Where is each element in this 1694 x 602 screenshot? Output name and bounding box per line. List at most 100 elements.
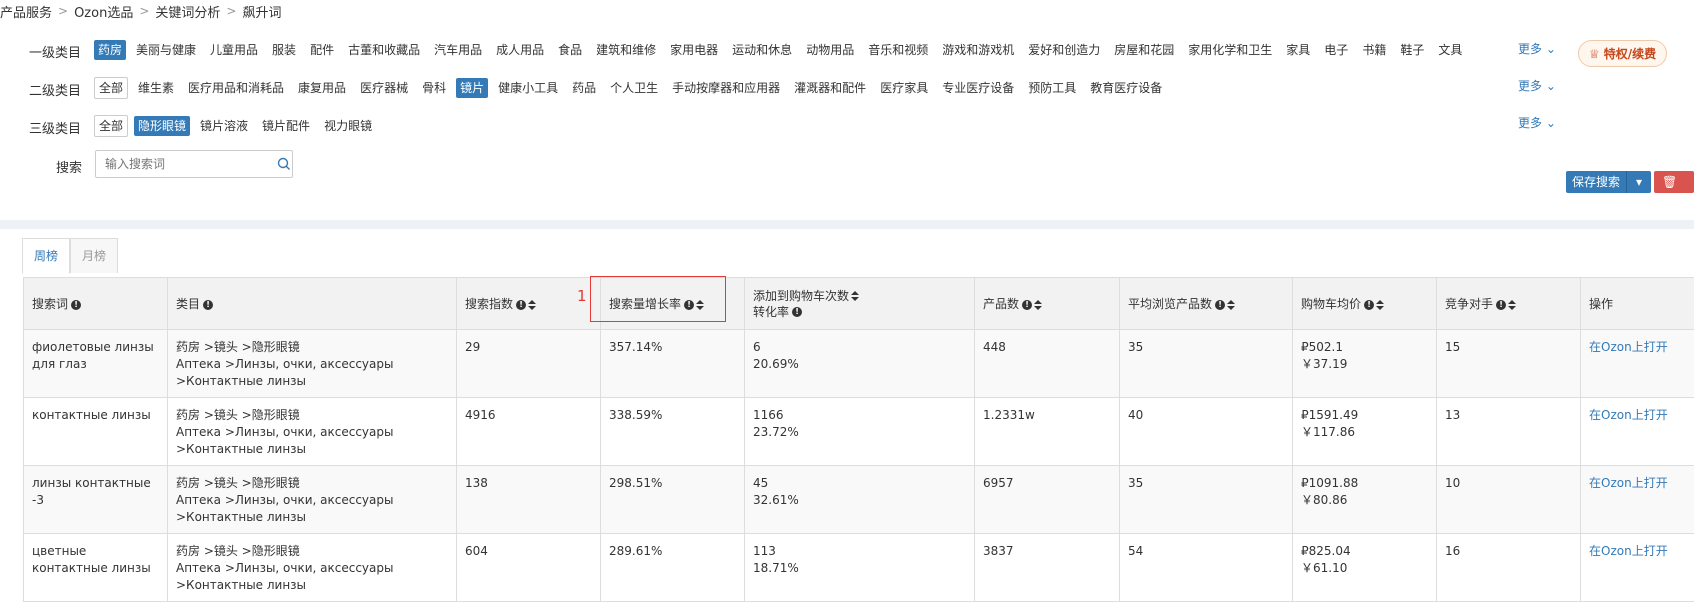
level2-category-item[interactable]: 手动按摩器和应用器 bbox=[668, 78, 784, 98]
cell-avg-view: 54 bbox=[1120, 534, 1293, 602]
col-products[interactable]: 产品数! bbox=[975, 278, 1120, 330]
level2-category-item[interactable]: 康复用品 bbox=[294, 78, 350, 98]
save-search-button[interactable]: 保存搜索 ▾ bbox=[1566, 171, 1651, 193]
level2-category-item[interactable]: 灌溉器和配件 bbox=[790, 78, 870, 98]
tab-weekly[interactable]: 周榜 bbox=[22, 238, 70, 274]
breadcrumb-item[interactable]: Ozon选品 bbox=[74, 2, 133, 21]
level2-category-item[interactable]: 健康小工具 bbox=[494, 78, 562, 98]
level1-category-item[interactable]: 文具 bbox=[1434, 40, 1466, 60]
level3-category-item[interactable]: 视力眼镜 bbox=[320, 116, 376, 136]
tab-monthly[interactable]: 月榜 bbox=[70, 238, 118, 273]
level1-category-item[interactable]: 食品 bbox=[554, 40, 586, 60]
cell-competitors: 15 bbox=[1437, 330, 1581, 398]
cell-growth-rate: 289.61% bbox=[601, 534, 745, 602]
level1-category-item[interactable]: 美丽与健康 bbox=[132, 40, 200, 60]
level1-category-item[interactable]: 电子 bbox=[1320, 40, 1352, 60]
level1-category-item[interactable]: 书籍 bbox=[1358, 40, 1390, 60]
breadcrumb-item[interactable]: 关键词分析 bbox=[155, 2, 220, 21]
cell-products: 1.2331w bbox=[975, 398, 1120, 466]
level2-category-item[interactable]: 预防工具 bbox=[1024, 78, 1080, 98]
level1-category-item[interactable]: 运动和休息 bbox=[728, 40, 796, 60]
level1-category-item[interactable]: 爱好和创造力 bbox=[1024, 40, 1104, 60]
cell-search-index: 604 bbox=[457, 534, 601, 602]
level1-category-item[interactable]: 配件 bbox=[306, 40, 338, 60]
level2-category-item[interactable]: 镜片 bbox=[456, 78, 488, 98]
level1-category-item[interactable]: 服装 bbox=[268, 40, 300, 60]
level1-category-item[interactable]: 建筑和维修 bbox=[592, 40, 660, 60]
level2-category-item[interactable]: 全部 bbox=[94, 77, 128, 99]
info-icon[interactable]: ! bbox=[1364, 300, 1374, 310]
breadcrumb-item[interactable]: 产品服务 bbox=[0, 2, 52, 21]
col-cart-price[interactable]: 购物车均价! bbox=[1293, 278, 1437, 330]
level1-categories: 药房美丽与健康儿童用品服装配件古董和收藏品汽车用品成人用品食品建筑和维修家用电器… bbox=[94, 40, 1466, 60]
level1-category-item[interactable]: 家具 bbox=[1282, 40, 1314, 60]
level2-more-link[interactable]: 更多 ⌄ bbox=[1518, 77, 1556, 94]
level1-category-item[interactable]: 动物用品 bbox=[802, 40, 858, 60]
save-search-label: 保存搜索 bbox=[1566, 171, 1627, 193]
level3-category-item[interactable]: 全部 bbox=[94, 115, 128, 137]
open-on-ozon-link[interactable]: 在Ozon上打开 bbox=[1589, 476, 1668, 490]
cell-action: 在Ozon上打开 bbox=[1581, 466, 1694, 534]
level3-category-item[interactable]: 镜片溶液 bbox=[196, 116, 252, 136]
search-icon[interactable] bbox=[277, 157, 291, 171]
level1-category-item[interactable]: 家用电器 bbox=[666, 40, 722, 60]
sort-icon[interactable] bbox=[1227, 300, 1235, 310]
level2-category-item[interactable]: 教育医疗设备 bbox=[1086, 78, 1166, 98]
col-avg-view[interactable]: 平均浏览产品数! bbox=[1120, 278, 1293, 330]
level1-more-link[interactable]: 更多 ⌄ bbox=[1518, 40, 1556, 57]
cell-category: 药房 >镜头 >隐形眼镜Аптека >Линзы, очки, аксессу… bbox=[168, 466, 457, 534]
cell-cart-price: ₽825.04￥61.10 bbox=[1293, 534, 1437, 602]
col-cart-adds[interactable]: 添加到购物车次数转化率! bbox=[745, 278, 975, 330]
info-icon[interactable]: ! bbox=[1022, 300, 1032, 310]
level1-category-item[interactable]: 汽车用品 bbox=[430, 40, 486, 60]
search-label: 搜索 bbox=[56, 157, 82, 176]
level2-category-item[interactable]: 专业医疗设备 bbox=[938, 78, 1018, 98]
caret-down-icon[interactable]: ▾ bbox=[1627, 175, 1651, 189]
level1-category-item[interactable]: 鞋子 bbox=[1396, 40, 1428, 60]
vip-renew-button[interactable]: ♕ 特权/续费 bbox=[1578, 40, 1667, 67]
level1-category-item[interactable]: 药房 bbox=[94, 40, 126, 60]
search-input[interactable] bbox=[96, 156, 277, 172]
level2-category-item[interactable]: 医疗器械 bbox=[356, 78, 412, 98]
open-on-ozon-link[interactable]: 在Ozon上打开 bbox=[1589, 544, 1668, 558]
level1-category-item[interactable]: 音乐和视频 bbox=[864, 40, 932, 60]
level3-category-item[interactable]: 镜片配件 bbox=[258, 116, 314, 136]
level2-category-item[interactable]: 维生素 bbox=[134, 78, 178, 98]
chevron-down-icon: ⌄ bbox=[1546, 79, 1556, 93]
sort-icon[interactable] bbox=[1034, 300, 1042, 310]
info-icon[interactable]: ! bbox=[1215, 300, 1225, 310]
open-on-ozon-link[interactable]: 在Ozon上打开 bbox=[1589, 408, 1668, 422]
sort-icon[interactable] bbox=[851, 291, 859, 301]
level2-category-item[interactable]: 药品 bbox=[568, 78, 600, 98]
level2-category-item[interactable]: 医疗家具 bbox=[876, 78, 932, 98]
level1-category-item[interactable]: 儿童用品 bbox=[206, 40, 262, 60]
chevron-down-icon: ⌄ bbox=[1546, 42, 1556, 56]
level2-category-item[interactable]: 个人卫生 bbox=[606, 78, 662, 98]
info-icon[interactable]: ! bbox=[516, 300, 526, 310]
info-icon[interactable]: ! bbox=[203, 300, 213, 310]
level1-category-item[interactable]: 家用化学和卫生 bbox=[1184, 40, 1276, 60]
cell-growth-rate: 298.51% bbox=[601, 466, 745, 534]
level3-more-link[interactable]: 更多 ⌄ bbox=[1518, 114, 1556, 131]
level2-category-item[interactable]: 医疗用品和消耗品 bbox=[184, 78, 288, 98]
cell-category: 药房 >镜头 >隐形眼镜Аптека >Линзы, очки, аксессу… bbox=[168, 534, 457, 602]
info-icon[interactable]: ! bbox=[71, 300, 81, 310]
open-on-ozon-link[interactable]: 在Ozon上打开 bbox=[1589, 340, 1668, 354]
sort-icon[interactable] bbox=[1376, 300, 1384, 310]
sort-icon[interactable] bbox=[528, 300, 536, 310]
info-icon[interactable]: ! bbox=[792, 307, 802, 317]
info-icon[interactable]: ! bbox=[1496, 300, 1506, 310]
level1-category-item[interactable]: 房屋和花园 bbox=[1110, 40, 1178, 60]
col-competitors[interactable]: 竞争对手! bbox=[1437, 278, 1581, 330]
level3-category-item[interactable]: 隐形眼镜 bbox=[134, 116, 190, 136]
clear-button[interactable]: 🗑 清空 bbox=[1654, 171, 1694, 193]
level1-category-item[interactable]: 游戏和游戏机 bbox=[938, 40, 1018, 60]
sort-icon[interactable] bbox=[1508, 300, 1516, 310]
table-row: линзы контактные -3药房 >镜头 >隐形眼镜Аптека >Л… bbox=[24, 466, 1694, 534]
crown-icon: ♕ bbox=[1589, 47, 1600, 61]
cell-products: 448 bbox=[975, 330, 1120, 398]
level1-category-item[interactable]: 成人用品 bbox=[492, 40, 548, 60]
cell-growth-rate: 338.59% bbox=[601, 398, 745, 466]
level2-category-item[interactable]: 骨科 bbox=[418, 78, 450, 98]
level1-category-item[interactable]: 古董和收藏品 bbox=[344, 40, 424, 60]
